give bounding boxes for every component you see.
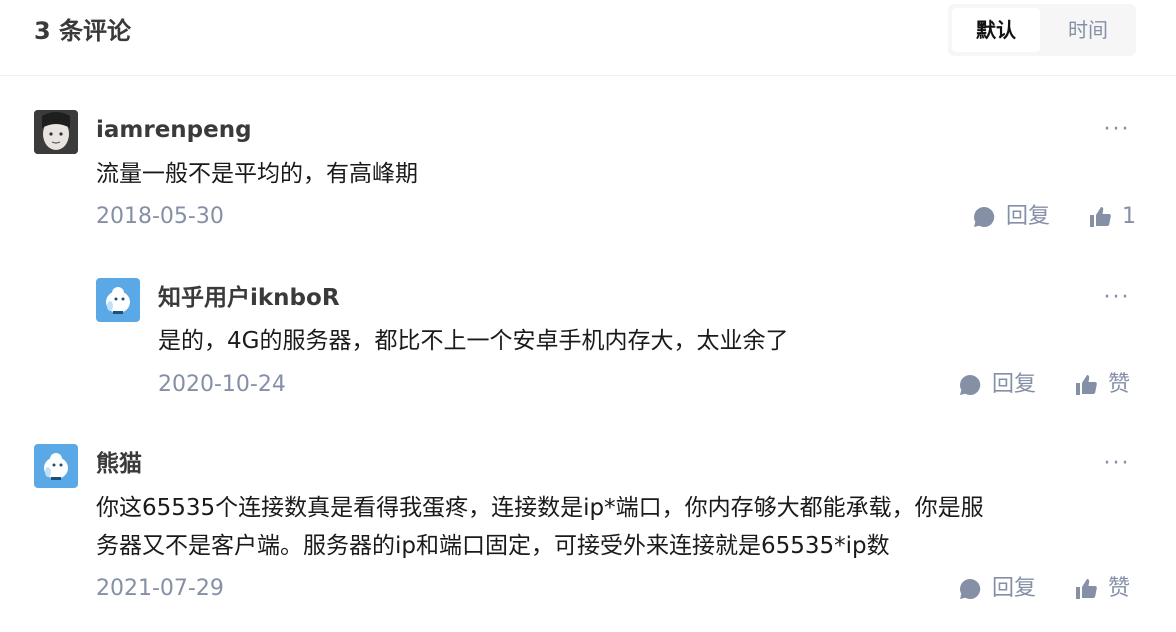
like-button[interactable]: 赞	[1074, 574, 1130, 604]
comment-item: 熊猫 你这65535个连接数真是看得我蛋疼，连接数是ip*端口，你内存够大都能承…	[0, 0, 1176, 632]
reply-button[interactable]: 回复	[958, 574, 1036, 604]
avatar[interactable]	[34, 444, 78, 488]
comment-date: 2021-07-29	[96, 576, 224, 601]
reply-label: 回复	[992, 576, 1037, 601]
comment-content-line-1: 你这65535个连接数真是看得我蛋疼，连接数是ip*端口，你内存够大都能承载，你…	[96, 495, 984, 521]
thumbs-up-icon	[1076, 579, 1097, 599]
comment-content-line-2: 务器又不是客户端。服务器的ip和端口固定，可接受外来连接就是65535*ip数	[96, 533, 890, 559]
comment-author[interactable]: 熊猫	[96, 448, 142, 480]
like-label: 赞	[1108, 576, 1131, 601]
more-options-icon[interactable]: ···	[1100, 453, 1134, 478]
speech-bubble-icon	[960, 578, 981, 599]
